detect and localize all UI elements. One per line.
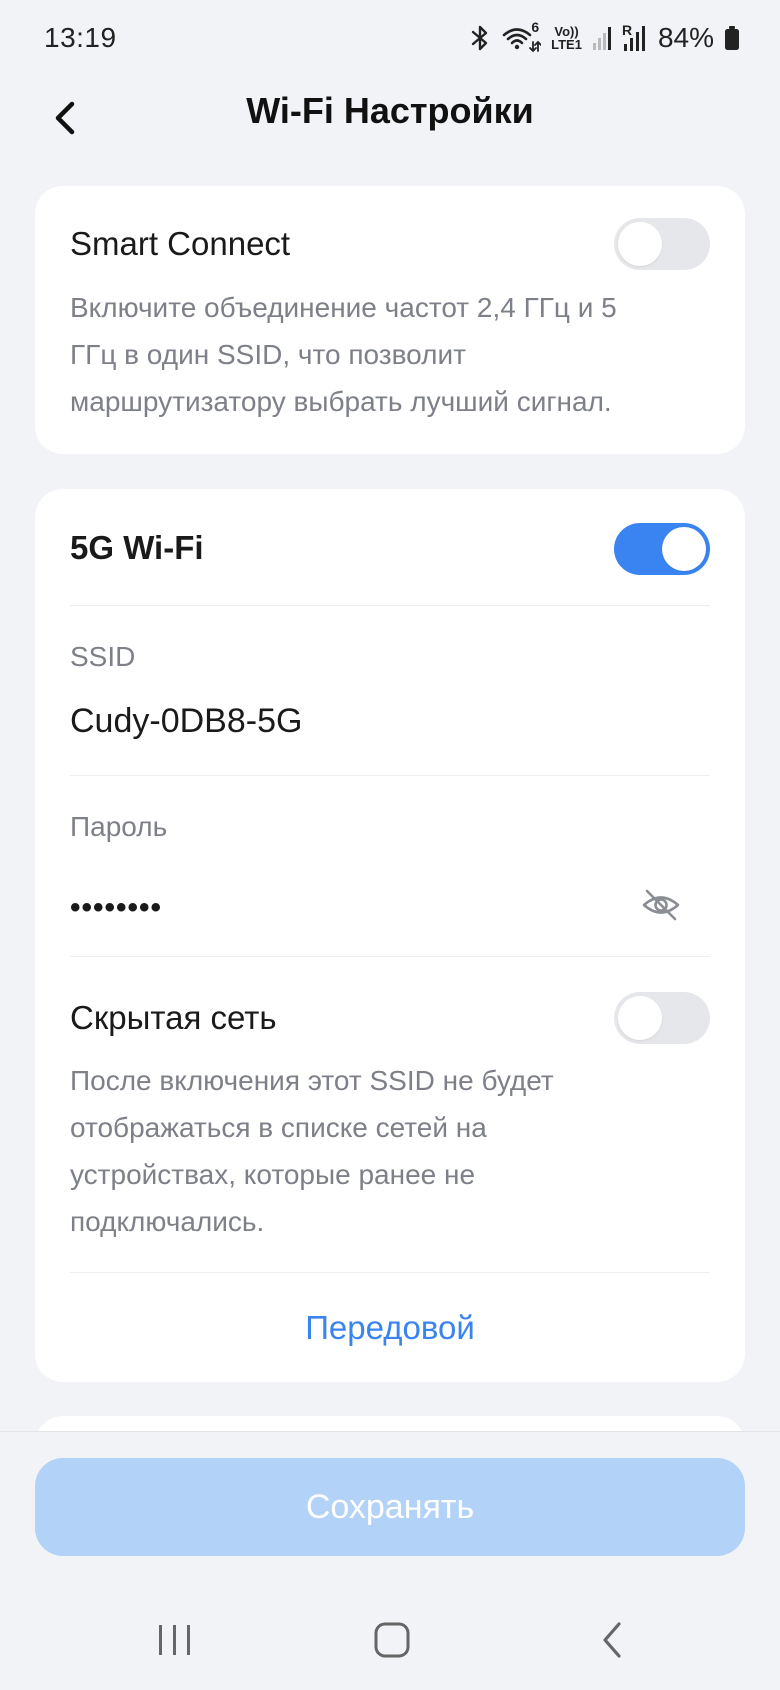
signal-r-icon: R bbox=[622, 22, 648, 52]
toggle-knob bbox=[618, 222, 662, 266]
back-icon bbox=[597, 1620, 627, 1665]
volte-icon: Vo)) LTE1 bbox=[551, 25, 582, 51]
system-nav-bar bbox=[0, 1602, 780, 1690]
toggle-knob bbox=[662, 527, 706, 571]
divider bbox=[70, 1272, 710, 1273]
status-bar: 13:19 6 Vo)) LTE1 R 84% bbox=[0, 0, 780, 76]
system-back-button[interactable] bbox=[572, 1602, 652, 1682]
battery-percent: 84% bbox=[657, 22, 714, 53]
wifi-5g-card: 5G Wi-Fi SSID Cudy-0DB8-5G Пароль ••••••… bbox=[35, 489, 745, 1382]
wifi-6-badge: 6 bbox=[531, 19, 540, 35]
wifi-6-icon: 6 bbox=[501, 19, 542, 53]
header: Wi-Fi Настройки bbox=[0, 76, 780, 186]
password-visibility-button[interactable] bbox=[637, 883, 685, 931]
bottom-bar: Сохранять bbox=[0, 1432, 780, 1690]
bluetooth-icon bbox=[469, 24, 491, 52]
toggle-knob bbox=[618, 996, 662, 1040]
ssid-label: SSID bbox=[70, 641, 136, 672]
save-button[interactable]: Сохранять bbox=[35, 1458, 745, 1556]
divider bbox=[70, 956, 710, 957]
recents-button[interactable] bbox=[135, 1602, 215, 1682]
divider bbox=[70, 775, 710, 776]
wifi-5g-title: 5G Wi-Fi bbox=[70, 529, 204, 566]
home-button[interactable] bbox=[352, 1602, 432, 1682]
signal-icon bbox=[592, 25, 612, 51]
battery-icon bbox=[724, 25, 740, 51]
hidden-network-toggle[interactable] bbox=[614, 992, 710, 1044]
page-title: Wi-Fi Настройки bbox=[246, 90, 534, 131]
home-icon bbox=[372, 1620, 412, 1665]
eye-off-icon bbox=[640, 884, 682, 931]
advanced-link[interactable]: Передовой bbox=[35, 1309, 745, 1347]
hidden-network-title: Скрытая сеть bbox=[70, 999, 277, 1036]
password-label: Пароль bbox=[70, 811, 168, 842]
status-time: 13:19 bbox=[44, 22, 117, 53]
smart-connect-title: Smart Connect bbox=[70, 225, 291, 262]
volte-label-bottom: LTE1 bbox=[551, 37, 582, 52]
status-icons: 6 Vo)) LTE1 R 84% bbox=[469, 19, 740, 54]
smart-connect-card: Smart Connect Включите объединение часто… bbox=[35, 186, 745, 454]
hidden-network-description: После включения этот SSID не будет отобр… bbox=[70, 1065, 554, 1237]
ssid-input[interactable]: Cudy-0DB8-5G bbox=[70, 702, 630, 741]
divider bbox=[70, 605, 710, 606]
recents-icon bbox=[155, 1622, 195, 1663]
wifi-5g-toggle[interactable] bbox=[614, 523, 710, 575]
password-input[interactable]: •••••••• bbox=[70, 891, 162, 925]
smart-connect-toggle[interactable] bbox=[614, 218, 710, 270]
smart-connect-description: Включите объединение частот 2,4 ГГц и 5 … bbox=[70, 292, 617, 417]
